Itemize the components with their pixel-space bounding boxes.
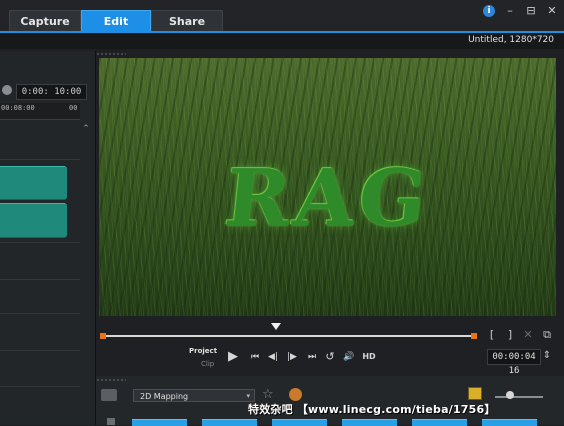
timeline-timecode[interactable]: 0:00: 10:00 [16,84,87,100]
media-library-icon[interactable] [101,389,117,401]
timecode-spinner[interactable]: ⇕ [542,349,552,363]
track-divider [0,242,80,243]
watermark: 特效杂吧 【www.linecg.com/tieba/1756】 [248,403,496,416]
panel-grip[interactable] [96,53,126,55]
minimize-button[interactable]: – [504,4,516,18]
track-divider [0,159,80,160]
trim-end-marker[interactable] [471,333,477,339]
help-icon[interactable]: i [483,5,495,17]
next-frame-button[interactable]: |▶ [285,350,299,364]
library-side-icon[interactable] [107,418,115,425]
mark-out-button[interactable]: ] [505,328,515,342]
ruler-label: 00:08:00 [1,104,35,112]
scrubber-track[interactable] [103,335,474,337]
clock-icon [2,85,12,95]
playhead[interactable] [271,323,281,330]
project-info: Untitled, 1280*720 [468,35,554,45]
cut-icon[interactable]: ✕ [522,328,534,342]
effect-icon[interactable] [289,388,302,401]
track-divider [0,279,80,280]
track-divider [0,350,80,351]
filter-select-value: 2D Mapping [140,392,189,401]
track-divider [0,386,80,387]
end-button[interactable]: ⏭ [305,350,319,364]
title-overlay: RAG [220,153,435,244]
preview-video[interactable]: RAG [99,58,556,316]
track-divider [0,313,80,314]
project-mode-label[interactable]: Project [189,347,217,355]
close-button[interactable]: ✕ [546,4,558,18]
clip-mode-label[interactable]: Clip [201,360,214,368]
home-button[interactable]: ⏮ [248,350,262,364]
panel-grip[interactable] [96,379,126,381]
ruler-label: 00 [69,104,78,112]
maximize-button[interactable]: ⊟ [525,4,537,18]
window-controls: i – ⊟ ✕ [483,3,558,19]
tab-capture[interactable]: Capture [9,10,81,31]
thumbnail-size-slider[interactable] [495,396,543,398]
view-options-icon[interactable] [468,387,482,400]
repeat-icon[interactable]: ↺ [323,350,337,364]
tab-share[interactable]: Share [151,10,223,31]
volume-icon[interactable]: 🔊 [342,350,356,364]
trim-start-marker[interactable] [100,333,106,339]
hd-preview-button[interactable]: HD [360,350,378,364]
previous-frame-button[interactable]: ◀| [266,350,280,364]
mark-in-button[interactable]: [ [487,328,497,342]
play-button[interactable]: ▶ [225,350,241,364]
enlarge-preview-icon[interactable]: ⧉ [540,328,554,342]
slider-handle[interactable] [506,391,514,399]
tab-edit[interactable]: Edit [81,10,151,31]
filter-select[interactable]: 2D Mapping ▾ [133,389,255,402]
favorite-star-icon[interactable]: ☆ [262,387,274,402]
scroll-up-icon[interactable]: ⌃ [80,124,92,136]
timeline-clip[interactable] [0,166,67,200]
timeline-clip[interactable] [0,203,67,238]
preview-timecode[interactable]: 00:00:04 16 [487,349,541,376]
